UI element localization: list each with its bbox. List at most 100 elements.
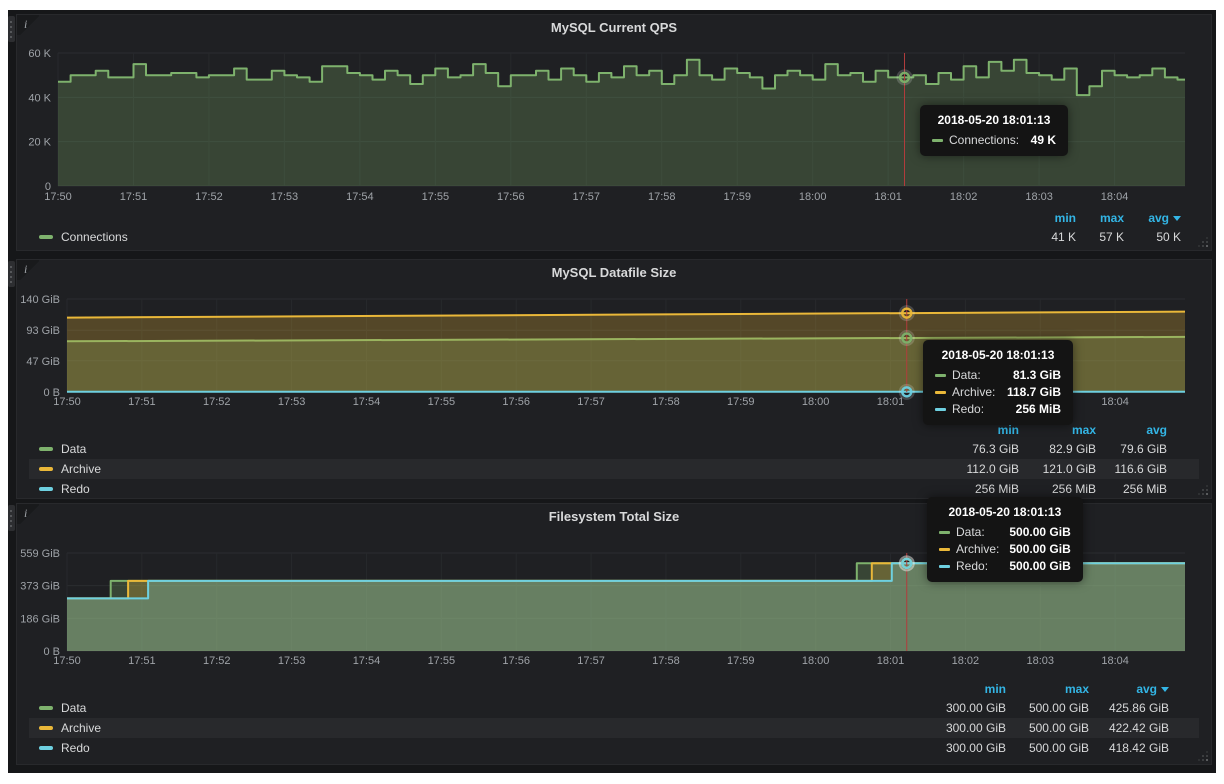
legend-stat-value: 112.0 GiB xyxy=(929,462,1019,476)
panel-legend: minmaxavgData300.00 GiB500.00 GiB425.86 … xyxy=(29,680,1199,758)
legend-sort-avg[interactable]: avg xyxy=(1124,211,1181,225)
panel-resize-handle[interactable] xyxy=(1198,485,1209,496)
x-axis-tick: 17:58 xyxy=(652,396,680,408)
x-axis-tick: 18:04 xyxy=(1101,396,1129,408)
legend-series-label[interactable]: Archive xyxy=(61,462,101,476)
y-axis-tick: 40 K xyxy=(28,92,51,104)
tooltip-series-row: Archive:500.00 GiB xyxy=(939,542,1071,556)
x-axis-tick: 17:52 xyxy=(195,191,223,203)
tooltip-series-row: Redo:500.00 GiB xyxy=(939,559,1071,573)
legend-stat-value: 500.00 GiB xyxy=(1006,701,1089,715)
tooltip-series-value: 256 MiB xyxy=(1016,402,1061,416)
x-axis-tick: 17:55 xyxy=(422,191,450,203)
x-axis-tick: 17:51 xyxy=(128,655,156,667)
legend-series-label[interactable]: Redo xyxy=(61,741,90,755)
x-axis-tick: 17:51 xyxy=(128,396,156,408)
tooltip-qps: 2018-05-20 18:01:13 Connections: 49 K xyxy=(920,105,1068,156)
legend-stats-header: minmaxavg xyxy=(29,209,1199,227)
legend-stat-value: 425.86 GiB xyxy=(1089,701,1169,715)
legend-stat-value: 79.6 GiB xyxy=(1096,442,1167,456)
series-color-swatch-icon[interactable] xyxy=(39,235,53,239)
legend-series-label[interactable]: Connections xyxy=(61,230,128,244)
legend-row: Archive 300.00 GiB500.00 GiB422.42 GiB xyxy=(29,718,1199,738)
x-axis-tick: 18:00 xyxy=(802,396,830,408)
tooltip-datafile: 2018-05-20 18:01:13 Data:81.3 GiB Archive:… xyxy=(923,340,1073,425)
tooltip-series-value: 81.3 GiB xyxy=(1013,368,1061,382)
x-axis-tick: 17:55 xyxy=(428,655,456,667)
legend-stat-value: 500.00 GiB xyxy=(1006,741,1089,755)
legend-stat-value: 82.9 GiB xyxy=(1019,442,1096,456)
legend-stat-value: 41 K xyxy=(1028,230,1076,244)
legend-stat-value: 76.3 GiB xyxy=(929,442,1019,456)
y-axis-tick: 60 K xyxy=(28,48,51,60)
x-axis-tick: 18:01 xyxy=(877,396,905,408)
tooltip-series-value: 49 K xyxy=(1031,133,1056,147)
y-axis-tick: 559 GiB xyxy=(20,548,60,560)
x-axis-tick: 17:56 xyxy=(502,655,530,667)
series-color-swatch-icon[interactable] xyxy=(39,487,53,491)
legend-sort-min[interactable]: min xyxy=(929,423,1019,437)
series-color-dash-icon xyxy=(939,565,950,568)
legend-sort-max[interactable]: max xyxy=(1019,423,1096,437)
legend-series-label[interactable]: Data xyxy=(61,701,86,715)
tooltip-timestamp: 2018-05-20 18:01:13 xyxy=(932,113,1056,127)
legend-stat-value: 116.6 GiB xyxy=(1096,462,1167,476)
x-axis-tick: 17:54 xyxy=(353,655,381,667)
panel-resize-handle[interactable] xyxy=(1198,751,1209,762)
legend-sort-min[interactable]: min xyxy=(1028,211,1076,225)
x-axis-tick: 17:51 xyxy=(120,191,148,203)
x-axis-tick: 18:00 xyxy=(802,655,830,667)
legend-series-label[interactable]: Redo xyxy=(61,482,90,496)
sort-caret-icon xyxy=(1161,687,1169,692)
legend-stat-value: 57 K xyxy=(1076,230,1124,244)
x-axis-tick: 17:54 xyxy=(353,396,381,408)
legend-sort-avg[interactable]: avg xyxy=(1096,423,1167,437)
tooltip-series-value: 500.00 GiB xyxy=(1009,542,1070,556)
panel-legend: minmaxavg Data 76.3 GiB82.9 GiB79.6 GiB Arc… xyxy=(29,421,1199,499)
legend-series-label[interactable]: Archive xyxy=(61,721,101,735)
legend-stat-value: 300.00 GiB xyxy=(911,721,1006,735)
row-drag-handle[interactable] xyxy=(8,505,15,531)
legend-stat-value: 418.42 GiB xyxy=(1089,741,1169,755)
x-axis-tick: 18:03 xyxy=(1026,655,1054,667)
series-color-dash-icon xyxy=(932,139,943,142)
y-axis-tick: 373 GiB xyxy=(20,581,60,593)
tooltip-timestamp: 2018-05-20 18:01:13 xyxy=(935,348,1061,362)
tooltip-series-row: Archive:118.7 GiB xyxy=(935,385,1061,399)
tooltip-series-label: Connections: xyxy=(949,133,1019,147)
series-color-swatch-icon[interactable] xyxy=(39,467,53,471)
legend-stat-value: 422.42 GiB xyxy=(1089,721,1169,735)
tooltip-series-label: Data: xyxy=(956,525,985,539)
legend-row: Data 76.3 GiB82.9 GiB79.6 GiB xyxy=(29,439,1199,459)
panel-resize-handle[interactable] xyxy=(1198,237,1209,248)
x-axis-tick: 17:59 xyxy=(727,396,755,408)
legend-stat-value: 300.00 GiB xyxy=(911,741,1006,755)
legend-sort-max[interactable]: max xyxy=(1006,682,1089,696)
legend-sort-max[interactable]: max xyxy=(1076,211,1124,225)
x-axis-tick: 18:01 xyxy=(874,191,902,203)
legend-sort-min[interactable]: min xyxy=(911,682,1006,696)
tooltip-series-row: Data:81.3 GiB xyxy=(935,368,1061,382)
x-axis-tick: 17:56 xyxy=(502,396,530,408)
tooltip-series-label: Archive: xyxy=(952,385,995,399)
series-color-swatch-icon[interactable] xyxy=(39,447,53,451)
row-drag-handle[interactable] xyxy=(8,16,15,42)
x-axis-tick: 17:50 xyxy=(53,396,81,408)
legend-stat-value: 256 MiB xyxy=(1096,482,1167,496)
x-axis-tick: 17:58 xyxy=(652,655,680,667)
legend-series-label[interactable]: Data xyxy=(61,442,86,456)
x-axis-tick: 17:53 xyxy=(271,191,299,203)
tooltip-series-row: Data:500.00 GiB xyxy=(939,525,1071,539)
series-color-swatch-icon[interactable] xyxy=(39,706,53,710)
grafana-dashboard: i MySQL Current QPS 020 K40 K60 K17:5017… xyxy=(8,10,1216,773)
row-drag-handle[interactable] xyxy=(8,261,15,287)
x-axis-tick: 17:57 xyxy=(577,396,605,408)
x-axis-tick: 18:03 xyxy=(1025,191,1053,203)
x-axis-tick: 17:58 xyxy=(648,191,676,203)
series-color-swatch-icon[interactable] xyxy=(39,746,53,750)
legend-sort-avg[interactable]: avg xyxy=(1089,682,1169,696)
legend-stat-value: 500.00 GiB xyxy=(1006,721,1089,735)
series-color-swatch-icon[interactable] xyxy=(39,726,53,730)
x-axis-tick: 17:53 xyxy=(278,396,306,408)
legend-stat-value: 121.0 GiB xyxy=(1019,462,1096,476)
